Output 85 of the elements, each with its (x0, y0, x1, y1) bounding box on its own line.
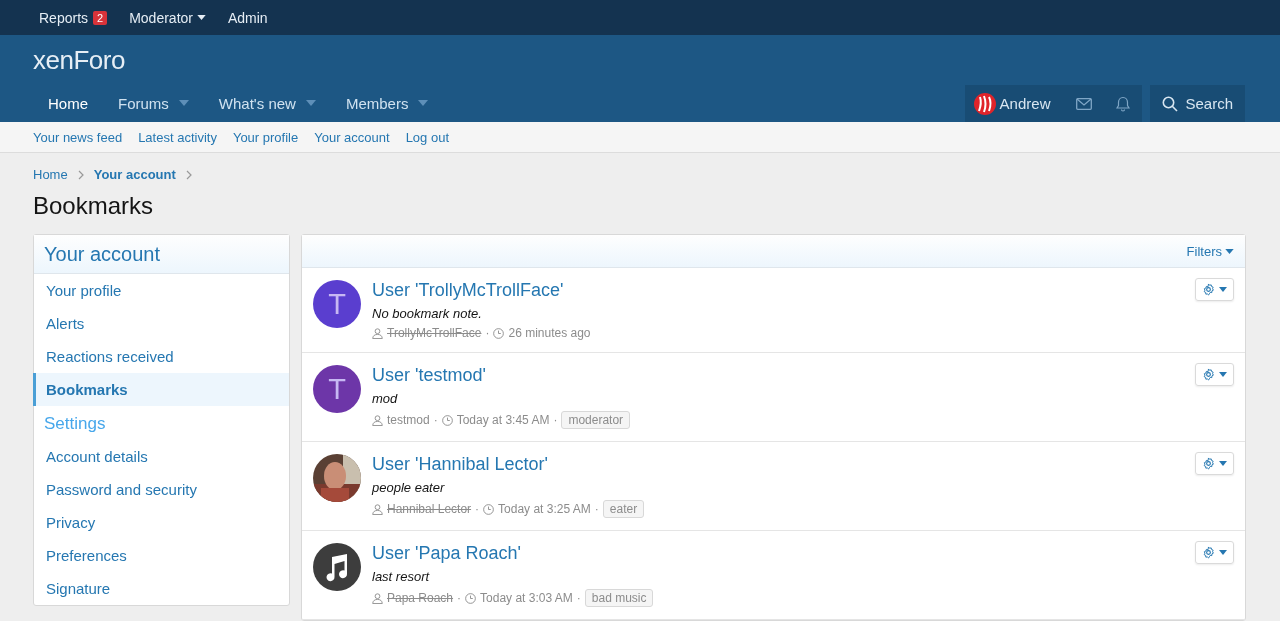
gear-icon (1202, 368, 1215, 381)
search-icon (1162, 95, 1179, 112)
bookmark-note: No bookmark note. (372, 306, 483, 321)
gear-icon (1202, 546, 1215, 559)
filters-menu[interactable]: Filters (1186, 243, 1234, 259)
author-link[interactable]: testmod (387, 413, 430, 427)
clock-icon (493, 327, 505, 339)
separator-dot: · (553, 413, 558, 427)
sidebar-item[interactable]: Alerts (33, 307, 289, 340)
sidebar-item[interactable]: Account details (33, 440, 289, 473)
count-badge: 2 (93, 10, 108, 25)
sub-nav-link[interactable]: Your profile (232, 129, 299, 145)
user-icon (372, 327, 383, 339)
sidebar-item[interactable]: Reactions received (33, 340, 289, 373)
sidebar-item[interactable]: Password and security (33, 473, 289, 506)
avatar[interactable]: T (313, 280, 361, 328)
author-link[interactable]: TrollyMcTrollFace (387, 326, 482, 340)
nav-tab[interactable]: Forums (103, 84, 204, 122)
timestamp: Today at 3:03 AM (480, 591, 573, 605)
nav-tab[interactable]: What's new (203, 84, 331, 122)
sub-nav-link[interactable]: Log out (405, 129, 449, 145)
separator-dot: · (594, 502, 599, 516)
nav-tab[interactable]: Home (33, 84, 103, 122)
music-note-avatar-icon[interactable] (313, 543, 361, 591)
bookmark-note: people eater (372, 480, 446, 495)
sidebar-item[interactable]: Your profile (33, 274, 289, 307)
user-icon (372, 414, 383, 426)
avatar-icon (973, 92, 996, 115)
separator-dot: · (433, 413, 438, 427)
gear-menu-button[interactable] (1195, 452, 1234, 475)
tag-label[interactable]: eater (602, 500, 645, 518)
bookmark-title-link[interactable]: User 'Papa Roach' (372, 543, 1184, 564)
gear-icon (1202, 283, 1215, 296)
sidebar-heading: Your account (34, 235, 289, 274)
gear-icon (1202, 457, 1215, 470)
sub-nav-link[interactable]: Your account (314, 129, 390, 145)
caret-icon (1219, 372, 1227, 377)
separator-dot: · (457, 591, 462, 605)
gear-menu-button[interactable] (1195, 363, 1234, 386)
bookmark-note: last resort (372, 569, 431, 584)
author-link[interactable]: Papa Roach (387, 591, 454, 605)
user-icon (372, 503, 383, 515)
separator-dot: · (475, 502, 480, 516)
bookmark-title-link[interactable]: User 'testmod' (372, 365, 1184, 386)
staff-link[interactable]: Reports 2 (39, 9, 108, 26)
logo[interactable]: xenForo (0, 35, 1280, 76)
clock-icon (465, 592, 477, 604)
gear-menu-button[interactable] (1195, 541, 1234, 564)
caret-icon (1225, 248, 1234, 254)
separator-dot: · (576, 591, 581, 605)
caret-icon (1219, 461, 1227, 466)
gear-menu-button[interactable] (1195, 278, 1234, 301)
sidebar-heading: Settings (43, 413, 107, 435)
account-link[interactable]: Andrew (964, 92, 1065, 115)
nav-tab[interactable]: Members (330, 84, 444, 122)
staff-link[interactable]: Admin (227, 9, 268, 26)
caret-icon (1219, 550, 1227, 555)
separator-dot: · (485, 326, 490, 340)
page-title: Bookmarks (33, 192, 155, 220)
bookmark-title-link[interactable]: User 'TrollyMcTrollFace' (372, 280, 1184, 301)
sidebar-item[interactable]: Preferences (33, 539, 289, 572)
author-link[interactable]: Hannibal Lector (387, 502, 472, 516)
breadcrumb-link[interactable]: Your account (93, 167, 176, 182)
tag-label[interactable]: moderator (561, 411, 631, 429)
tag-label[interactable]: bad music (584, 589, 654, 607)
clock-icon (441, 414, 453, 426)
search-button[interactable]: Search (1150, 85, 1245, 122)
breadcrumb-link[interactable]: Home (33, 167, 68, 182)
timestamp: Today at 3:25 AM (498, 502, 591, 516)
timestamp: 26 minutes ago (508, 326, 591, 340)
user-icon (372, 592, 383, 604)
sub-nav-link[interactable]: Your news feed (33, 129, 123, 145)
bookmark-title-link[interactable]: User 'Hannibal Lector' (372, 454, 1184, 475)
clock-icon (483, 503, 495, 515)
sub-nav-link[interactable]: Latest activity (138, 129, 217, 145)
bookmark-note: mod (372, 391, 399, 406)
avatar[interactable]: T (313, 365, 361, 413)
timestamp: Today at 3:45 AM (456, 413, 550, 427)
sidebar-item[interactable]: Bookmarks (33, 373, 289, 406)
chevron-icon (77, 169, 84, 180)
sidebar-item[interactable]: Privacy (33, 506, 289, 539)
caret-icon (1219, 287, 1227, 292)
staff-link[interactable]: Moderator (129, 9, 206, 26)
chevron-icon (185, 169, 192, 180)
sidebar-item[interactable]: Signature (33, 572, 289, 605)
